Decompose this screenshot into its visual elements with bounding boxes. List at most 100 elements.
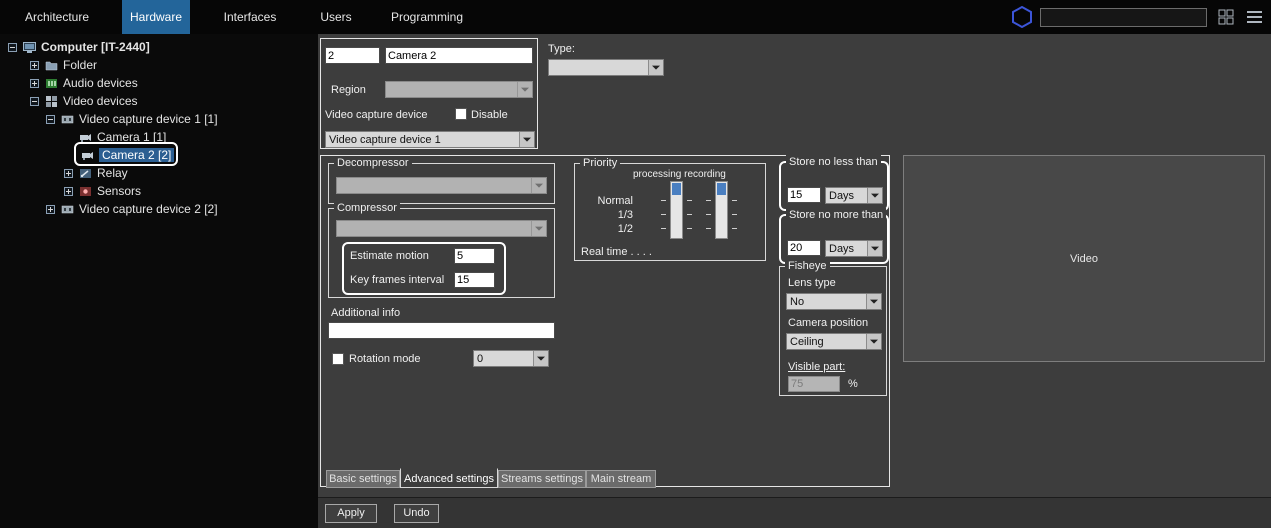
tab-advanced-settings[interactable]: Advanced settings: [400, 468, 498, 488]
grid-view-icon[interactable]: [1218, 9, 1234, 30]
priority-columns-header: processing recording: [633, 169, 726, 180]
capture-device-icon: [60, 202, 74, 216]
rotation-mode-value: 0: [474, 353, 533, 365]
chevron-down-icon: [519, 132, 534, 147]
slider-tick: [661, 214, 666, 215]
sensors-icon: [78, 184, 92, 198]
rotation-mode-label: Rotation mode: [349, 353, 421, 365]
capture-device-dropdown[interactable]: Video capture device 1: [325, 131, 535, 148]
collapse-icon[interactable]: [30, 97, 39, 106]
store-no-more-than-label: Store no more than: [786, 208, 886, 223]
capture-device-value: Video capture device 1: [326, 134, 519, 146]
tree-item-video-devices[interactable]: Video devices: [30, 92, 138, 110]
visible-part-field[interactable]: [788, 376, 840, 392]
chevron-down-icon: [531, 221, 546, 236]
visible-part-label: Visible part:: [788, 361, 845, 373]
estimate-motion-field[interactable]: [454, 248, 495, 264]
tab-interfaces[interactable]: Interfaces: [218, 0, 282, 34]
tree-item-label: Audio devices: [63, 76, 138, 90]
camera-icon: [78, 130, 92, 144]
recording-priority-slider[interactable]: [715, 181, 728, 239]
slider-tick: [706, 200, 711, 201]
chevron-down-icon: [533, 351, 548, 366]
compressor-label: Compressor: [334, 201, 400, 216]
tab-users[interactable]: Users: [312, 0, 360, 34]
priority-label: Priority: [580, 156, 620, 171]
video-preview-panel: Video: [903, 155, 1265, 362]
tree-item-audio-devices[interactable]: Audio devices: [30, 74, 138, 92]
collapse-icon[interactable]: [8, 43, 17, 52]
priority-row-normal-label: Normal: [575, 195, 633, 207]
tree-item-label: Video capture device 2 [2]: [79, 202, 218, 216]
chevron-down-icon: [648, 60, 663, 75]
computer-icon: [22, 40, 36, 54]
store-no-less-than-unit-dropdown[interactable]: Days: [825, 187, 883, 204]
disable-checkbox[interactable]: [455, 108, 467, 120]
recording-priority-slider-thumb[interactable]: [717, 183, 726, 195]
decompressor-label: Decompressor: [334, 156, 412, 171]
chevron-down-icon: [866, 294, 881, 309]
lens-type-label: Lens type: [788, 277, 836, 289]
camera-identity-box: Region Video capture device Disable Vide…: [320, 38, 538, 149]
compressor-dropdown[interactable]: [336, 220, 547, 237]
apply-button[interactable]: Apply: [325, 504, 377, 523]
folder-icon: [44, 58, 58, 72]
tree-item-label: Relay: [97, 166, 128, 180]
tab-architecture[interactable]: Architecture: [20, 0, 94, 34]
slider-tick: [732, 228, 737, 229]
rotation-mode-dropdown[interactable]: 0: [473, 350, 549, 367]
tree-item-video-capture-device-1[interactable]: Video capture device 1 [1]: [46, 110, 218, 128]
priority-row-one-third-label: 1/3: [575, 209, 633, 221]
region-dropdown[interactable]: [385, 81, 533, 98]
camera-id-field[interactable]: [325, 47, 380, 64]
additional-info-field[interactable]: [328, 322, 555, 339]
camera-name-field[interactable]: [385, 47, 533, 64]
tree-item-label: Camera 2 [2]: [99, 148, 174, 162]
chevron-down-icon: [867, 241, 882, 256]
tree-item-video-capture-device-2[interactable]: Video capture device 2 [2]: [46, 200, 218, 218]
tree-item-label: Video capture device 1 [1]: [79, 112, 218, 126]
expand-icon[interactable]: [64, 169, 73, 178]
tree-item-relay[interactable]: Relay: [64, 164, 128, 182]
settings-area: Region Video capture device Disable Vide…: [318, 34, 1271, 528]
tab-main-stream[interactable]: Main stream: [586, 470, 656, 488]
decompressor-dropdown[interactable]: [336, 177, 547, 194]
rotation-mode-checkbox[interactable]: [332, 353, 344, 365]
store-no-less-than-field[interactable]: [787, 187, 821, 203]
expand-icon[interactable]: [46, 205, 55, 214]
store-no-more-than-field[interactable]: [787, 240, 821, 256]
tree-item-computer[interactable]: Computer [IT-2440]: [8, 38, 150, 56]
tab-programming[interactable]: Programming: [388, 0, 466, 34]
menu-icon[interactable]: [1246, 9, 1263, 30]
camera-icon: [80, 148, 94, 162]
collapse-icon[interactable]: [46, 115, 55, 124]
tree-item-folder[interactable]: Folder: [30, 56, 97, 74]
expand-icon[interactable]: [64, 187, 73, 196]
processing-priority-slider-thumb[interactable]: [672, 183, 681, 195]
slider-tick: [687, 214, 692, 215]
tab-basic-settings[interactable]: Basic settings: [326, 470, 400, 488]
tree-item-camera-2[interactable]: Camera 2 [2]: [80, 146, 174, 164]
lens-type-dropdown[interactable]: No: [786, 293, 882, 310]
fisheye-group: Fisheye Lens type No Camera position Cei…: [779, 266, 887, 396]
slider-tick: [706, 214, 711, 215]
type-dropdown[interactable]: [548, 59, 664, 76]
processing-priority-slider[interactable]: [670, 181, 683, 239]
search-input[interactable]: [1040, 8, 1207, 27]
chevron-down-icon: [531, 178, 546, 193]
top-navigation-bar: Architecture Hardware Interfaces Users P…: [0, 0, 1271, 34]
store-no-more-than-unit-dropdown[interactable]: Days: [825, 240, 883, 257]
tab-hardware[interactable]: Hardware: [122, 0, 190, 34]
undo-button[interactable]: Undo: [394, 504, 439, 523]
expand-icon[interactable]: [30, 79, 39, 88]
lens-type-value: No: [787, 296, 866, 308]
camera-position-dropdown[interactable]: Ceiling: [786, 333, 882, 350]
expand-icon[interactable]: [30, 61, 39, 70]
key-frames-interval-field[interactable]: [454, 272, 495, 288]
chevron-down-icon: [867, 188, 882, 203]
slider-tick: [661, 200, 666, 201]
tab-streams-settings[interactable]: Streams settings: [498, 470, 586, 488]
tree-item-sensors[interactable]: Sensors: [64, 182, 141, 200]
tree-item-camera-1[interactable]: Camera 1 [1]: [78, 128, 166, 146]
priority-group: Priority processing recording Normal 1/3…: [574, 163, 766, 261]
